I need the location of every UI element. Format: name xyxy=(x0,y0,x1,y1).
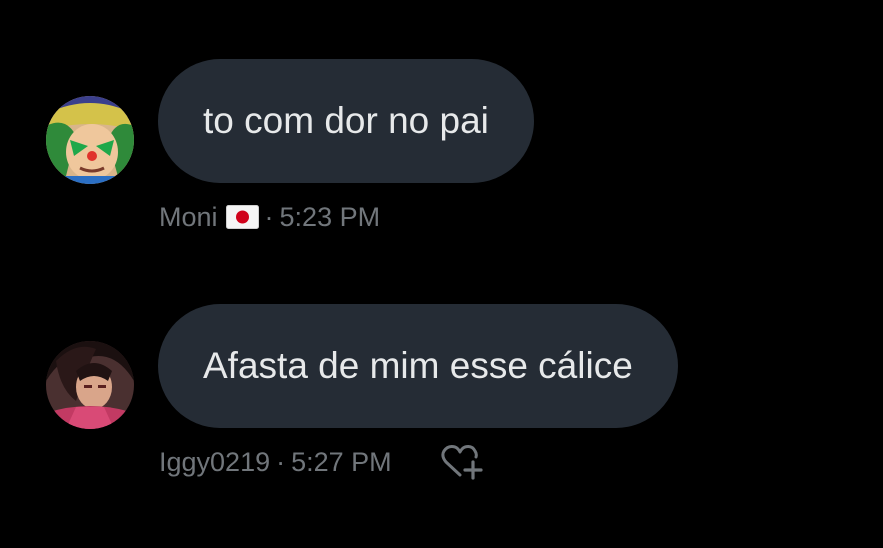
message-time-2: 5:27 PM xyxy=(291,447,392,477)
message-author-2[interactable]: Iggy0219 xyxy=(159,445,270,479)
meta-separator-2: · xyxy=(276,447,286,477)
avatar-moni[interactable] xyxy=(46,96,134,184)
avatar-moni-image xyxy=(46,96,134,184)
heart-plus-icon-svg xyxy=(441,445,483,480)
message-bubble-2[interactable]: Afasta de mim esse cálice xyxy=(158,304,678,428)
message-time-1: 5:23 PM xyxy=(279,202,381,232)
message-author-1[interactable]: Moni xyxy=(159,200,218,234)
dm-conversation: to com dor no pai Moni · 5:23 PM Afasta … xyxy=(0,0,883,548)
message-text-2: Afasta de mim esse cálice xyxy=(203,345,633,386)
heart-plus-icon[interactable] xyxy=(440,443,486,483)
message-meta-1: Moni · 5:23 PM xyxy=(159,200,380,234)
message-text-1: to com dor no pai xyxy=(203,100,489,141)
japan-flag-icon xyxy=(225,205,259,229)
meta-separator-1: · xyxy=(264,202,274,232)
message-meta-2: Iggy0219 · 5:27 PM xyxy=(159,445,392,479)
message-bubble-1[interactable]: to com dor no pai xyxy=(158,59,534,183)
avatar-iggy0219[interactable] xyxy=(46,341,134,429)
avatar-iggy0219-image xyxy=(46,341,134,429)
